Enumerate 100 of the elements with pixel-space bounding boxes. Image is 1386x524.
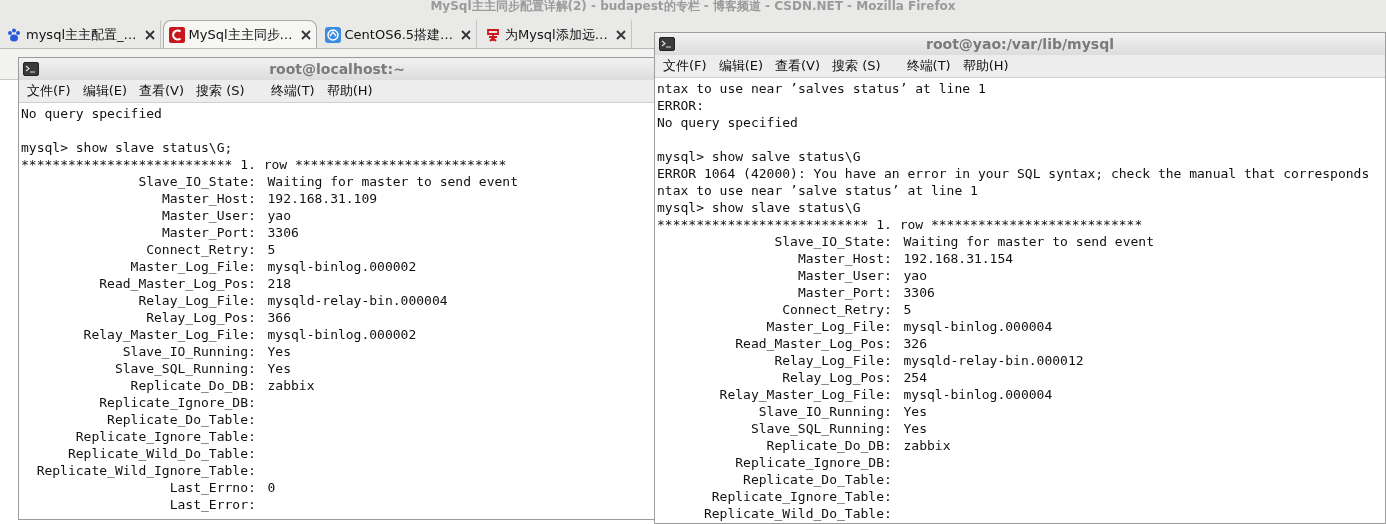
terminal-icon bbox=[659, 37, 675, 51]
field-value: 3306 bbox=[903, 284, 935, 301]
window-title: root@localhost:~ bbox=[268, 61, 406, 77]
field-name: Connect_Retry: bbox=[145, 241, 256, 258]
field-name: Slave_IO_State: bbox=[773, 233, 892, 250]
field-name: Relay_Log_Pos: bbox=[781, 369, 892, 386]
field-value: 0 bbox=[267, 479, 276, 496]
paw-icon bbox=[6, 26, 22, 43]
menu-item[interactable]: 查看(V) bbox=[771, 57, 829, 75]
field-name: Relay_Log_Pos: bbox=[145, 309, 256, 326]
browser-tab[interactable]: CentOS6.5搭建… bbox=[318, 20, 478, 48]
field-name: Relay_Master_Log_File: bbox=[82, 326, 256, 343]
field-name: Replicate_Wild_Do_Table: bbox=[66, 445, 256, 462]
field-value: zabbix bbox=[903, 437, 951, 454]
field-value: yao bbox=[903, 267, 927, 284]
field-value: mysqld-relay-bin.000004 bbox=[267, 292, 448, 309]
terminal-line: ntax to use near ’salve status’ at line 1 bbox=[657, 182, 979, 199]
field-value: mysql-binlog.000002 bbox=[267, 326, 417, 343]
field-name: Slave_IO_Running: bbox=[757, 403, 892, 420]
menu-item[interactable]: 终端(T) bbox=[888, 57, 959, 75]
field-name: Last_Errno: bbox=[168, 479, 256, 496]
field-value: 192.168.31.154 bbox=[903, 250, 1014, 267]
field-value: zabbix bbox=[267, 377, 315, 394]
field-value: 326 bbox=[903, 335, 927, 352]
field-name: Replicate_Ignore_DB: bbox=[734, 454, 892, 471]
menu-item[interactable]: 终端(T) bbox=[252, 82, 323, 100]
field-value: 218 bbox=[267, 275, 291, 292]
field-value: Waiting for master to send event bbox=[267, 173, 518, 190]
close-icon[interactable] bbox=[144, 29, 155, 40]
menu-item[interactable]: 查看(V) bbox=[135, 82, 193, 100]
field-name: Replicate_Ignore_Table: bbox=[710, 488, 892, 505]
field-value: Yes bbox=[903, 403, 927, 420]
field-name: Replicate_Do_DB: bbox=[129, 377, 256, 394]
field-value: Waiting for master to send event bbox=[903, 233, 1154, 250]
field-name: Master_Log_File: bbox=[765, 318, 892, 335]
menu-item[interactable]: 帮助(H) bbox=[322, 82, 381, 100]
field-value: yao bbox=[267, 207, 291, 224]
field-value: mysql-binlog.000002 bbox=[267, 258, 417, 275]
terminal-line: ERROR 1064 (42000): You have an error in your SQL syntax; check the manual that corresponds bbox=[657, 165, 1371, 182]
menu-item[interactable]: 文件(F) bbox=[659, 57, 715, 75]
field-value: mysql-binlog.000004 bbox=[903, 318, 1053, 335]
field-name: Master_Host: bbox=[160, 190, 256, 207]
browser-tab[interactable]: 为Mysql添加远… bbox=[479, 20, 632, 48]
field-name: Replicate_Wild_Do_Table: bbox=[702, 505, 892, 522]
field-name: Slave_SQL_Running: bbox=[749, 420, 892, 437]
field-name: Master_Port: bbox=[796, 284, 892, 301]
close-icon[interactable] bbox=[300, 29, 311, 40]
field-value: 366 bbox=[267, 309, 291, 326]
field-name: Slave_IO_State: bbox=[137, 173, 256, 190]
field-name: Slave_SQL_Running: bbox=[113, 360, 256, 377]
field-name: Slave_IO_Running: bbox=[121, 343, 256, 360]
field-name: Relay_Log_File: bbox=[137, 292, 256, 309]
field-name: Master_Host: bbox=[796, 250, 892, 267]
c-logo-icon bbox=[168, 26, 185, 43]
browser-title: MySql主主同步配置详解(2) - budapest的专栏 - 博客频道 - CSDN.NET - Mozilla Firefox bbox=[430, 0, 956, 14]
menu-item[interactable]: 帮助(H) bbox=[958, 57, 1017, 75]
menu-item[interactable]: 编辑(E) bbox=[714, 57, 771, 75]
field-value: 254 bbox=[903, 369, 927, 386]
field-value: Yes bbox=[903, 420, 927, 437]
field-name: Connect_Retry: bbox=[781, 301, 892, 318]
terminal-line: ERROR: bbox=[657, 97, 705, 114]
menu-item[interactable]: 文件(F) bbox=[23, 82, 79, 100]
terminal-line: mysql> show slave status\G bbox=[657, 199, 862, 216]
field-name: Replicate_Do_Table: bbox=[742, 471, 892, 488]
terminal-icon bbox=[23, 62, 39, 76]
field-name: Read_Master_Log_Pos: bbox=[734, 335, 892, 352]
field-value: Yes bbox=[267, 360, 291, 377]
seal-icon bbox=[485, 26, 502, 43]
field-name: Replicate_Ignore_Table: bbox=[74, 428, 256, 445]
browser-tab[interactable]: mysql主主配置_… bbox=[0, 20, 161, 48]
field-value: 5 bbox=[267, 241, 276, 258]
terminal-line: No query specified bbox=[21, 105, 163, 122]
close-icon[interactable] bbox=[461, 29, 472, 40]
field-name: Master_Log_File: bbox=[129, 258, 256, 275]
field-value: 3306 bbox=[267, 224, 299, 241]
field-value: mysqld-relay-bin.000012 bbox=[903, 352, 1084, 369]
terminal-line: mysql> show salve status\G bbox=[657, 148, 862, 165]
field-value: Yes bbox=[267, 343, 291, 360]
menu-item[interactable]: 搜索 (S) bbox=[828, 57, 889, 75]
field-value: mysql-binlog.000004 bbox=[903, 386, 1053, 403]
menu-item[interactable]: 编辑(E) bbox=[78, 82, 135, 100]
field-value: 192.168.31.109 bbox=[267, 190, 378, 207]
field-name: Relay_Log_File: bbox=[773, 352, 892, 369]
menu-item[interactable]: 搜索 (S) bbox=[192, 82, 253, 100]
field-name: Replicate_Wild_Ignore_Table: bbox=[35, 462, 256, 479]
field-value: 5 bbox=[903, 301, 912, 318]
terminal-line: *************************** 1. row *************************** bbox=[657, 216, 1144, 233]
terminal-line: ntax to use near ’salves status’ at line 1 bbox=[657, 80, 987, 97]
field-name: Master_User: bbox=[160, 207, 256, 224]
field-name: Master_Port: bbox=[160, 224, 256, 241]
terminal-line: *************************** 1. row *************************** bbox=[21, 156, 508, 173]
terminal-line: No query specified bbox=[657, 114, 799, 131]
field-name: Master_User: bbox=[796, 267, 892, 284]
field-name: Replicate_Do_DB: bbox=[765, 437, 892, 454]
close-icon[interactable] bbox=[615, 29, 626, 40]
terminal-line: mysql> show slave status\G; bbox=[21, 139, 234, 156]
field-name: Last_Error: bbox=[168, 496, 256, 513]
window-title: root@yao:/var/lib/mysql bbox=[925, 36, 1115, 52]
field-name: Relay_Master_Log_File: bbox=[718, 386, 892, 403]
browser-tab[interactable]: MySql主主同步… bbox=[162, 20, 317, 48]
